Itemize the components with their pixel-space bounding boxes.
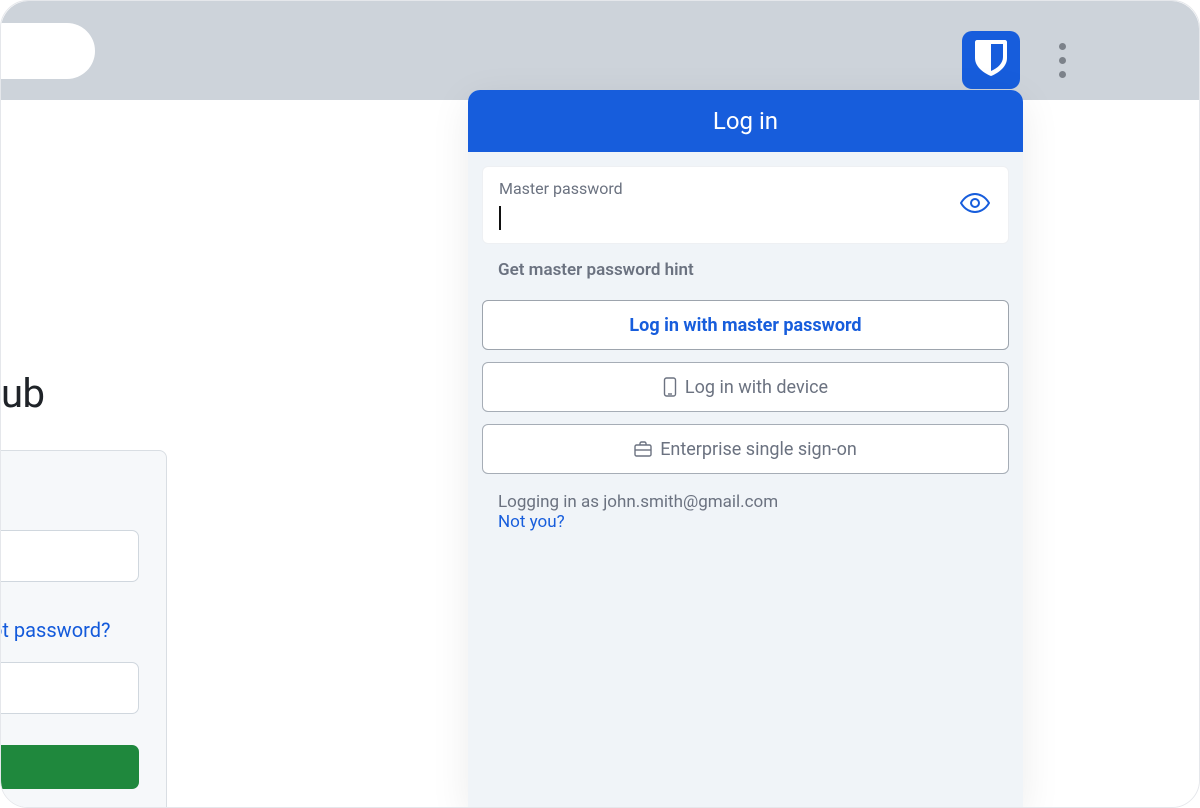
popup-title: Log in <box>713 107 778 135</box>
omnibox-fragment[interactable] <box>1 23 95 79</box>
not-you-link[interactable]: Not you? <box>498 512 993 532</box>
master-password-label: Master password <box>499 179 992 198</box>
bitwarden-login-popup: Log in Master password Get master passwo… <box>468 90 1023 808</box>
browser-chrome-bar <box>1 1 1199 100</box>
kebab-dot-icon <box>1059 57 1066 64</box>
master-password-field[interactable]: Master password <box>482 166 1009 244</box>
browser-menu-button[interactable] <box>1046 31 1078 89</box>
logging-in-as-text: Logging in as john.smith@gmail.com <box>498 492 993 512</box>
page-sign-in-button[interactable] <box>0 745 139 789</box>
login-with-device-button[interactable]: Log in with device <box>482 362 1009 412</box>
kebab-dot-icon <box>1059 43 1066 50</box>
login-with-master-password-button[interactable]: Log in with master password <box>482 300 1009 350</box>
login-with-device-label: Log in with device <box>685 377 828 398</box>
text-cursor <box>499 206 501 230</box>
briefcase-icon <box>634 441 652 457</box>
browser-viewport: ub ot password? Log in Master pa <box>0 0 1200 808</box>
page-heading-fragment: ub <box>1 370 45 417</box>
popup-body: Master password Get master password hint… <box>468 152 1023 552</box>
page-password-input[interactable] <box>0 662 139 714</box>
mobile-device-icon <box>663 377 677 397</box>
kebab-dot-icon <box>1059 71 1066 78</box>
bitwarden-extension-button[interactable] <box>962 31 1020 89</box>
login-with-master-password-label: Log in with master password <box>629 315 861 336</box>
get-master-password-hint-link[interactable]: Get master password hint <box>482 244 1009 300</box>
page-username-input[interactable] <box>0 530 139 582</box>
popup-header: Log in <box>468 90 1023 152</box>
eye-icon <box>960 198 990 217</box>
page-forgot-password-link[interactable]: ot password? <box>0 618 110 642</box>
enterprise-sso-button[interactable]: Enterprise single sign-on <box>482 424 1009 474</box>
bitwarden-shield-icon <box>974 38 1008 82</box>
enterprise-sso-label: Enterprise single sign-on <box>660 439 857 460</box>
logging-in-as-block: Logging in as john.smith@gmail.com Not y… <box>482 486 1009 538</box>
toggle-password-visibility-button[interactable] <box>960 193 990 217</box>
